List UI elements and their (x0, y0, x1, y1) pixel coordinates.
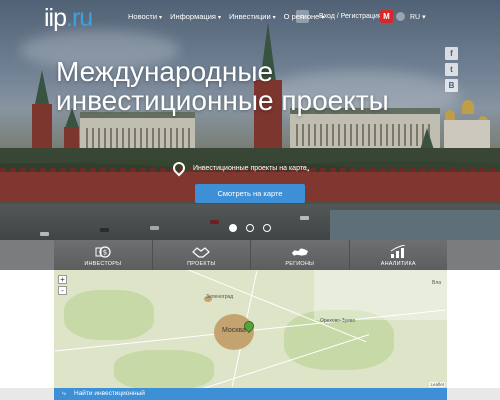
menu-item-info[interactable]: Информация ▾ (170, 12, 221, 21)
page-margin (447, 388, 500, 400)
svg-text:$: $ (103, 248, 107, 256)
site-logo[interactable]: iip.ru (44, 4, 93, 33)
view-on-map-button[interactable]: Смотреть на карте (195, 184, 305, 203)
chevron-down-icon: ▾ (272, 15, 276, 21)
logo-accent: .ru (66, 4, 93, 32)
hero-title-line1: Международные (56, 56, 274, 87)
category-bar-edge (0, 240, 54, 270)
menu-label: Новости (128, 12, 158, 21)
category-label: ПРОЕКТЫ (187, 261, 216, 267)
forest-area (64, 290, 154, 340)
menu-item-investments[interactable]: Инвестиции ▾ (229, 12, 276, 21)
slider-dot-1[interactable] (229, 224, 237, 232)
globe-icon[interactable] (396, 12, 405, 21)
category-label: ИНВЕСТОРЫ (84, 261, 122, 267)
language-selector[interactable]: RU ▾ (410, 13, 426, 21)
vk-icon[interactable]: В (445, 79, 458, 92)
menu-item-news[interactable]: Новости ▾ (128, 12, 162, 21)
handshake-icon (192, 244, 211, 259)
hero-overlay (0, 0, 500, 240)
map-label-zelenograd: Зеленоград (206, 294, 234, 300)
menu-label: Инвестиции (229, 12, 271, 21)
main-menu: Новости ▾ Информация ▾ Инвестиции ▾ О регио… (128, 12, 324, 21)
zoom-in-button[interactable]: + (58, 275, 67, 284)
top-navigation: iip.ru Новости ▾ Информация ▾ Инвестиции ▾ … (0, 0, 500, 34)
map-label-orekhovo: Орехово-Зуево (320, 318, 356, 324)
pointer-icon: ⤷ (62, 390, 66, 397)
money-icon: $ (94, 244, 112, 259)
category-label: РЕГИОНЫ (285, 261, 315, 267)
search-icon[interactable]: ⌕ (296, 10, 309, 23)
chart-icon (389, 244, 407, 259)
hero-title-line2: инвестиционные проекты (56, 85, 389, 116)
login-link[interactable]: Вход / Регистрация (319, 13, 382, 20)
category-analytics[interactable]: АНАЛИТИКА (350, 240, 448, 270)
category-projects[interactable]: ПРОЕКТЫ (153, 240, 251, 270)
map-caption: Инвестиционные проекты на карте (193, 165, 307, 172)
search-projects-bar[interactable]: ⤷ Найти инвестиционный (54, 388, 447, 400)
map-attribution[interactable]: Leaflet (429, 382, 445, 387)
hero-title: Международные инвестиционные проекты (56, 57, 389, 115)
forest-area (114, 350, 214, 388)
page-margin (0, 388, 54, 400)
logo-text: iip (44, 4, 67, 32)
category-bar: $ ИНВЕСТОРЫ ПРОЕКТЫ РЕГИОНЫ АНАЛИТИКА (54, 240, 447, 270)
chevron-down-icon: ▾ (422, 14, 426, 21)
chevron-down-icon: ▾ (217, 15, 221, 21)
map-label-moscow: Москва (222, 327, 246, 334)
menu-label: Информация (170, 12, 216, 21)
category-label: АНАЛИТИКА (380, 261, 416, 267)
language-label: RU (410, 14, 421, 21)
twitter-icon[interactable]: t (445, 63, 458, 76)
category-regions[interactable]: РЕГИОНЫ (251, 240, 350, 270)
investment-map[interactable]: Зеленоград Москва Орехово-Зуево Вла Leaf… (54, 270, 447, 388)
search-projects-label: Найти инвестиционный (74, 390, 145, 397)
slider-dot-2[interactable] (246, 224, 254, 232)
chevron-down-icon: ▾ (159, 15, 163, 21)
russia-map-icon (291, 244, 309, 259)
zoom-out-button[interactable]: - (58, 286, 67, 295)
facebook-icon[interactable]: f (445, 47, 458, 60)
slider-dot-3[interactable] (263, 224, 271, 232)
cursor-icon: ⤷ (305, 165, 310, 174)
moscow-emblem-icon[interactable]: М (380, 10, 393, 23)
category-bar-edge (447, 240, 500, 270)
category-investors[interactable]: $ ИНВЕСТОРЫ (54, 240, 153, 270)
map-label-vladimir: Вла (432, 280, 442, 286)
hero-banner (0, 0, 500, 240)
